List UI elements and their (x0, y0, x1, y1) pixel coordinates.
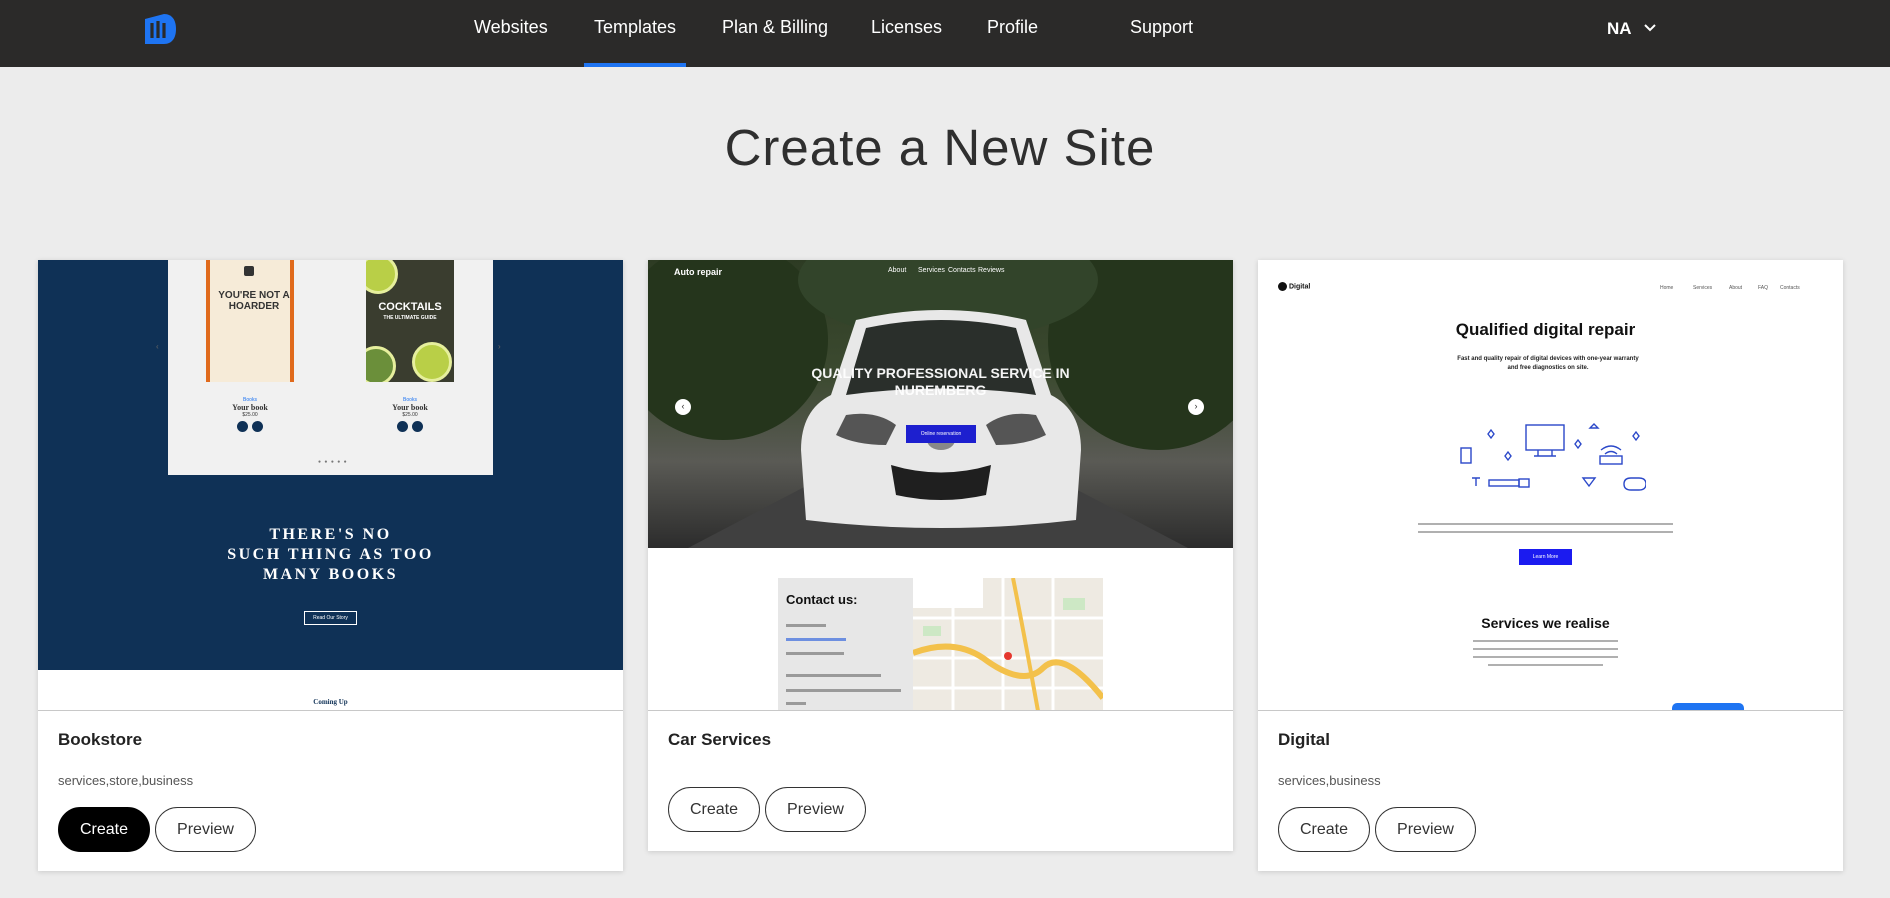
preview-button[interactable]: Preview (1375, 807, 1476, 852)
book-carousel: YOU'RE NOT A HOARDER COCKTAILS THE ULTIM… (168, 260, 493, 475)
nav-templates[interactable]: Templates (583, 0, 687, 67)
create-button[interactable]: Create (1278, 807, 1370, 852)
brand-logo-icon (1278, 282, 1287, 291)
map-image (911, 578, 1103, 710)
book-cover: COCKTAILS THE ULTIMATE GUIDE (366, 260, 454, 382)
template-name: Car Services (668, 730, 772, 749)
chevron-left-icon: ‹ (675, 399, 691, 415)
book-cover: YOU'RE NOT A HOARDER (206, 260, 294, 382)
chevron-right-icon: › (498, 342, 501, 351)
template-tags: services,business (1278, 773, 1381, 788)
template-thumbnail[interactable]: Digital Home Services About FAQ Contacts… (1258, 260, 1843, 711)
page-title: Create a New Site (724, 119, 1156, 176)
nav-licenses[interactable]: Licenses (871, 0, 942, 67)
thumb-heading: THERE'S NO SUCH THING AS TOO MANY BOOKS (227, 526, 434, 583)
template-tags: services,store,business (58, 773, 194, 788)
thumb-heading: Qualified digital repair (1455, 320, 1636, 339)
create-button[interactable]: Create (58, 807, 150, 852)
template-name: Bookstore (58, 730, 143, 749)
app-logo-icon[interactable] (142, 10, 180, 48)
user-menu[interactable]: NA (1607, 0, 1656, 67)
preview-button[interactable]: Preview (155, 807, 256, 852)
nav-support[interactable]: Support (1130, 0, 1193, 67)
thumb-heading: QUALITY PROFESSIONAL SERVICE IN NUREMBER… (811, 365, 1070, 398)
chevron-down-icon (1643, 24, 1656, 32)
template-name: Digital (1278, 730, 1330, 749)
template-thumbnail[interactable]: YOU'RE NOT A HOARDER COCKTAILS THE ULTIM… (38, 260, 623, 711)
contact-section: Contact us: (778, 578, 1103, 710)
chevron-right-icon: › (1188, 399, 1204, 415)
car-image (801, 310, 1081, 528)
devices-illustration-icon (1460, 423, 1646, 491)
nav-websites[interactable]: Websites (474, 0, 548, 67)
nav-profile[interactable]: Profile (987, 0, 1038, 67)
nav-plan-billing[interactable]: Plan & Billing (722, 0, 828, 67)
template-thumbnail[interactable]: Auto repair About Services Contacts Revi… (648, 260, 1233, 711)
template-card-digital: Digital Home Services About FAQ Contacts… (1258, 260, 1843, 871)
template-card-bookstore: YOU'RE NOT A HOARDER COCKTAILS THE ULTIM… (38, 260, 623, 871)
user-initials: NA (1607, 19, 1631, 38)
chevron-left-icon: ‹ (156, 342, 159, 351)
preview-button[interactable]: Preview (765, 787, 866, 832)
top-navigation-bar: Websites Templates Plan & Billing Licens… (0, 0, 1890, 67)
create-button[interactable]: Create (668, 787, 760, 832)
template-card-car-services: Auto repair About Services Contacts Revi… (648, 260, 1233, 851)
